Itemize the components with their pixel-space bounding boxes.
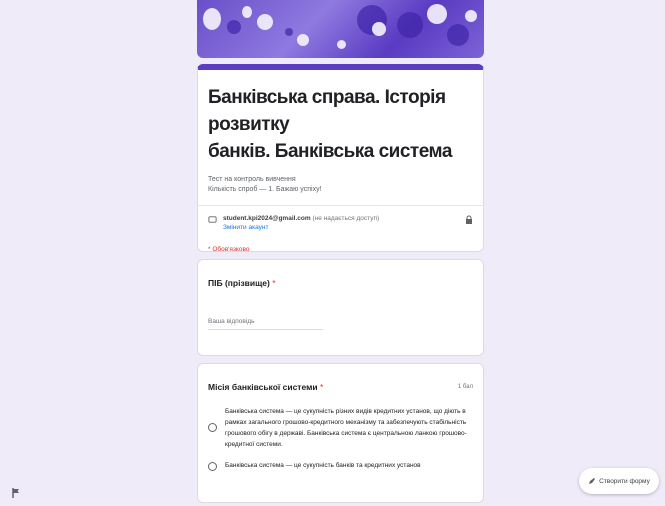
required-note: * Обов'язково [208, 246, 250, 253]
report-flag-icon[interactable] [12, 488, 21, 498]
form-header-image [197, 0, 484, 58]
radio-button[interactable] [208, 462, 217, 471]
form-title-line2: банків. Банківська система [208, 141, 452, 162]
account-note: (не надається доступ) [312, 215, 380, 222]
question-title-text: ПІБ (прізвище) [208, 278, 270, 288]
lock-icon [466, 215, 472, 224]
divider [198, 205, 483, 206]
form-title-card: Банківська справа. Історія розвитку банк… [197, 64, 484, 253]
question-title: ПІБ (прізвище) * [208, 278, 473, 288]
radio-button[interactable] [208, 423, 217, 432]
question-title-text: Місія банківської системи [208, 382, 318, 392]
form-description-line2: Кількість спроб — 1. Бажаю успіху! [208, 186, 322, 193]
form-title-line1: Банківська справа. Історія розвитку [208, 87, 446, 135]
cloud-icon [208, 216, 217, 223]
radio-option[interactable]: Банківська система — це сукупність банкі… [208, 460, 473, 471]
pencil-icon [589, 478, 596, 484]
form-title: Банківська справа. Історія розвитку банк… [208, 84, 473, 165]
form-description-line1: Тест на контроль вивчення [208, 176, 296, 183]
form-description: Тест на контроль вивчення Кількість спро… [208, 175, 473, 195]
switch-account-link[interactable]: Змінити акаунт [223, 223, 465, 232]
option-label: Банківська система — це сукупність різни… [225, 408, 467, 448]
required-star: * [272, 278, 276, 288]
required-star: * [319, 382, 324, 392]
question-card: ПІБ (прізвище) * Ваша відповідь [197, 259, 484, 356]
account-row: student.kpi2024@gmail.com (не надається … [208, 214, 473, 232]
account-email: student.kpi2024@gmail.com [223, 215, 311, 222]
create-form-label: Створити форму [599, 477, 650, 485]
option-label: Банківська система — це сукупність банкі… [225, 462, 421, 469]
question-title: Місія банківської системи * [208, 382, 323, 392]
points-label: 1 бал [457, 384, 473, 390]
form-column: Банківська справа. Історія розвитку банк… [197, 0, 484, 503]
short-answer-input[interactable]: Ваша відповідь [208, 318, 323, 330]
radio-option[interactable]: Банківська система — це сукупність різни… [208, 406, 473, 450]
create-form-button[interactable]: Створити форму [579, 468, 659, 494]
question-card: Місія банківської системи * 1 бал Банків… [197, 363, 484, 503]
